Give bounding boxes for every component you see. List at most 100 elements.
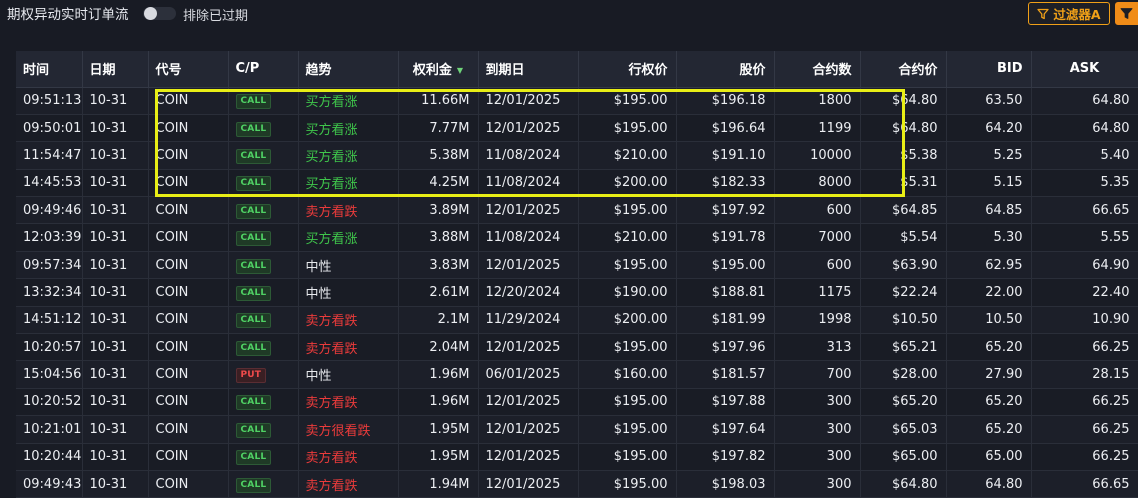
sort-desc-icon: ▼ (456, 66, 464, 76)
cell-expiry: 12/01/2025 (478, 196, 579, 225)
cell-stock: $195.00 (676, 251, 775, 280)
table-row[interactable]: 10:20:44 10-31 COIN CALL 卖方看跌 1.95M 12/01/2025… (16, 443, 1138, 471)
table-row[interactable]: 14:45:53 10-31 COIN CALL 买方看涨 4.25M 11/08/2024… (16, 169, 1138, 198)
filter-button[interactable]: 过滤器A (1028, 2, 1110, 25)
table-row[interactable]: 09:50:01 10-31 COIN CALL 买方看涨 7.77M 12/01/2025… (16, 114, 1138, 143)
table-row[interactable]: 10:20:57 10-31 COIN CALL 卖方看跌 2.04M 12/01/2025… (16, 333, 1138, 362)
cell-bid: 63.50 (946, 87, 1032, 115)
order-flow-table-container[interactable]: 时间 日期 代号 C/P 趋势 权利金 ▼ 到期日 行权价 股价 合约数 合约价 … (16, 51, 1138, 498)
column-header-expiry[interactable]: 到期日 (478, 51, 579, 88)
cell-contracts: 300 (774, 415, 861, 444)
cell-ask: 5.55 (1031, 223, 1138, 252)
cell-price: $10.50 (860, 306, 947, 335)
cp-badge: CALL (235, 422, 272, 438)
cell-cp: CALL (228, 415, 299, 444)
cell-cp: CALL (228, 196, 299, 225)
cell-contracts: 10000 (774, 141, 861, 170)
trend-label: 卖方看跌 (305, 478, 358, 494)
cell-trend: 卖方看跌 (298, 443, 399, 471)
cell-expiry: 12/01/2025 (478, 251, 579, 280)
cell-expiry: 12/01/2025 (478, 443, 579, 471)
cell-stock: $191.78 (676, 223, 775, 252)
table-row[interactable]: 09:49:43 10-31 COIN CALL 卖方看跌 1.94M 12/01/2025… (16, 470, 1138, 498)
cell-contracts: 600 (774, 251, 861, 280)
cell-cp: CALL (228, 251, 299, 280)
cell-trend: 卖方看跌 (298, 196, 399, 225)
cell-premium: 2.04M (398, 333, 479, 362)
cell-time: 09:49:43 (16, 470, 83, 498)
exclude-expired-toggle[interactable] (143, 7, 176, 20)
cell-premium: 1.96M (398, 360, 479, 389)
column-header-symbol[interactable]: 代号 (148, 51, 229, 88)
cell-ask: 66.65 (1031, 470, 1138, 498)
cp-badge: CALL (235, 148, 272, 164)
cell-premium: 3.83M (398, 251, 479, 280)
filter-button-label: 过滤器A (1053, 7, 1101, 22)
column-header-strike[interactable]: 行权价 (578, 51, 677, 88)
cell-time: 12:03:39 (16, 223, 83, 252)
column-header-option-price[interactable]: 合约价 (860, 51, 947, 88)
cell-bid: 5.25 (946, 141, 1032, 170)
cell-symbol: COIN (148, 333, 229, 362)
filter-action-button[interactable] (1115, 2, 1138, 25)
table-row[interactable]: 14:51:12 10-31 COIN CALL 卖方看跌 2.1M 11/29/2024 $… (16, 306, 1138, 335)
table-row[interactable]: 13:32:34 10-31 COIN CALL 中性 2.61M 12/20/2024 $1… (16, 278, 1138, 307)
cell-stock: $181.99 (676, 306, 775, 335)
column-header-date[interactable]: 日期 (82, 51, 149, 88)
cell-premium: 1.95M (398, 415, 479, 444)
cell-strike: $195.00 (578, 415, 677, 444)
table-row[interactable]: 09:49:46 10-31 COIN CALL 卖方看跌 3.89M 12/01/2025… (16, 196, 1138, 225)
cell-premium: 7.77M (398, 114, 479, 143)
cell-strike: $210.00 (578, 223, 677, 252)
cell-contracts: 1175 (774, 278, 861, 307)
column-header-time[interactable]: 时间 (16, 51, 83, 88)
column-header-contracts[interactable]: 合约数 (774, 51, 861, 88)
cell-ask: 66.25 (1031, 333, 1138, 362)
cell-trend: 买方看涨 (298, 141, 399, 170)
table-row[interactable]: 10:21:01 10-31 COIN CALL 卖方很看跌 1.95M 12/01/202… (16, 415, 1138, 444)
cell-cp: PUT (228, 360, 299, 389)
cell-strike: $160.00 (578, 360, 677, 389)
column-header-trend[interactable]: 趋势 (298, 51, 399, 88)
cell-time: 09:51:13 (16, 87, 83, 115)
table-row[interactable]: 12:03:39 10-31 COIN CALL 买方看涨 3.88M 11/08/2024… (16, 223, 1138, 252)
cell-price: $65.03 (860, 415, 947, 444)
cell-date: 10-31 (82, 306, 149, 335)
cell-time: 15:04:56 (16, 360, 83, 389)
cp-badge: CALL (235, 340, 272, 356)
column-header-cp[interactable]: C/P (228, 51, 299, 88)
cp-badge: CALL (235, 258, 272, 274)
cell-ask: 66.25 (1031, 415, 1138, 444)
cell-date: 10-31 (82, 470, 149, 498)
trend-label: 中性 (305, 259, 332, 275)
cell-ask: 66.25 (1031, 388, 1138, 417)
cp-badge: CALL (235, 477, 272, 493)
cell-bid: 65.20 (946, 415, 1032, 444)
table-row[interactable]: 10:20:52 10-31 COIN CALL 卖方看跌 1.96M 12/01/2025… (16, 388, 1138, 417)
trend-label: 卖方看跌 (305, 396, 358, 412)
cell-strike: $195.00 (578, 470, 677, 498)
column-header-stock-price[interactable]: 股价 (676, 51, 775, 88)
cell-contracts: 600 (774, 196, 861, 225)
cell-symbol: COIN (148, 251, 229, 280)
cell-symbol: COIN (148, 196, 229, 225)
cell-price: $22.24 (860, 278, 947, 307)
trend-label: 中性 (305, 369, 332, 385)
column-header-premium[interactable]: 权利金 ▼ (398, 51, 479, 88)
cell-trend: 卖方很看跌 (298, 415, 399, 444)
column-header-bid[interactable]: BID (946, 51, 1032, 88)
table-row[interactable]: 09:57:34 10-31 COIN CALL 中性 3.83M 12/01/2025 $1… (16, 251, 1138, 280)
cell-cp: CALL (228, 333, 299, 362)
column-header-ask[interactable]: ASK (1031, 51, 1138, 88)
table-row[interactable]: 15:04:56 10-31 COIN PUT 中性 1.96M 06/01/2025 $16… (16, 360, 1138, 389)
column-header-premium-label: 权利金 (412, 63, 452, 79)
cell-bid: 65.20 (946, 388, 1032, 417)
cell-symbol: COIN (148, 388, 229, 417)
cell-price: $64.80 (860, 114, 947, 143)
cp-badge: CALL (235, 231, 272, 247)
table-row[interactable]: 09:51:13 10-31 COIN CALL 买方看涨 11.66M 12/01/202… (16, 87, 1138, 115)
table-row[interactable]: 11:54:47 10-31 COIN CALL 买方看涨 5.38M 11/08/2024… (16, 141, 1138, 170)
cell-bid: 10.50 (946, 306, 1032, 335)
cell-contracts: 7000 (774, 223, 861, 252)
cell-stock: $197.82 (676, 443, 775, 471)
